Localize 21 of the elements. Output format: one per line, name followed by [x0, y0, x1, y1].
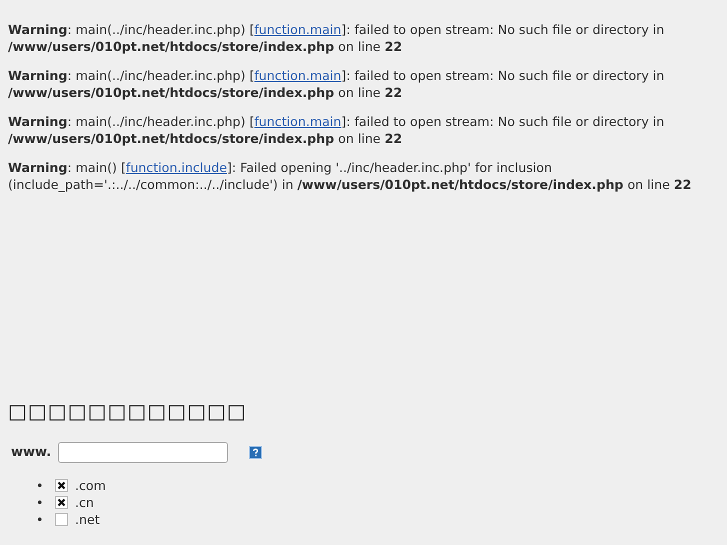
function-link[interactable]: function.main — [254, 22, 342, 37]
list-bullet: • — [36, 511, 44, 528]
checkbox[interactable] — [55, 513, 68, 526]
domain-input-field[interactable] — [58, 442, 228, 463]
function-link[interactable]: function.main — [254, 68, 342, 83]
checkbox[interactable] — [55, 479, 68, 492]
help-icon[interactable] — [249, 446, 262, 459]
list-bullet: • — [36, 477, 44, 494]
warning-message: Warning: main() [function.include]: Failed opening '../inc/header.inc.php' for inclusion (include_path='.:../../common:../../include') in /www/users/010pt.net/htdocs/store/index.php on line 22 — [8, 160, 692, 193]
warning-message: Warning: main(../inc/header.inc.php) [function.main]: failed to open stream: No such file or directory in /www/users/010pt.net/htdocs/store/index.php on line 22 — [8, 68, 666, 101]
extension-label: .cn — [75, 494, 94, 511]
extension-label: .net — [75, 511, 100, 528]
list-bullet: • — [36, 494, 44, 511]
page-heading: □□□□□□□□□□□□ — [8, 399, 248, 423]
function-link[interactable]: function.include — [126, 160, 227, 175]
checkbox[interactable] — [55, 496, 68, 509]
extension-label: .com — [75, 477, 106, 494]
warning-message: Warning: main(../inc/header.inc.php) [function.main]: failed to open stream: No such file or directory in /www/users/010pt.net/htdocs/store/index.php on line 22 — [8, 114, 666, 147]
function-link[interactable]: function.main — [254, 114, 342, 129]
www-prefix: www. — [11, 445, 52, 460]
warning-message: Warning: main(../inc/header.inc.php) [function.main]: failed to open stream: No such file or directory in /www/users/010pt.net/htdocs/store/index.php on line 22 — [8, 22, 666, 55]
